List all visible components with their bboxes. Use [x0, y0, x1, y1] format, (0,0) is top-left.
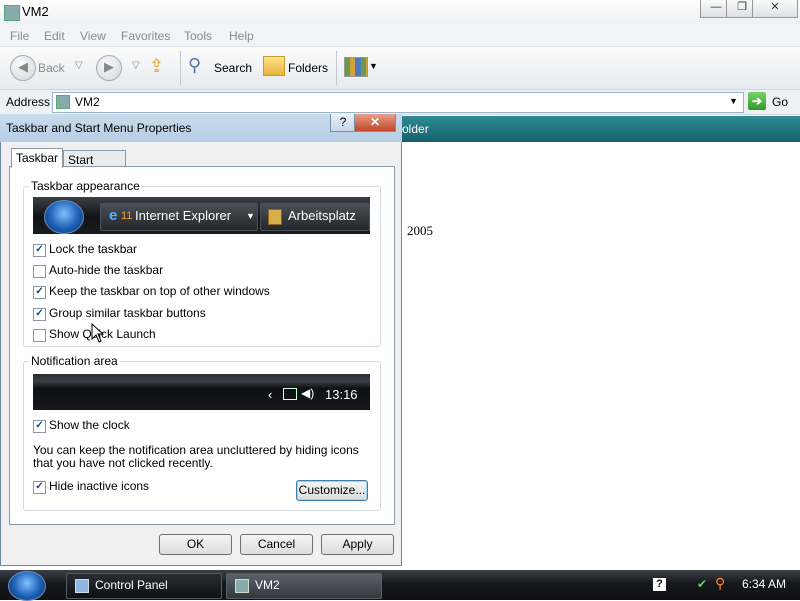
chevron-left-icon: ‹ [268, 387, 273, 402]
checkbox-label: Group similar taskbar buttons [49, 306, 206, 320]
toolbar-separator [336, 51, 337, 85]
address-value: VM2 [75, 95, 100, 109]
go-arrow-icon[interactable]: ➔ [748, 92, 766, 110]
computer-icon [4, 5, 20, 21]
control-panel-icon [75, 579, 89, 593]
dialog-title: Taskbar and Start Menu Properties [6, 121, 192, 135]
views-dropdown-icon[interactable]: ▼ [369, 61, 378, 71]
taskbar-item-label: VM2 [255, 578, 280, 592]
menu-tools[interactable]: Tools [184, 29, 212, 43]
cancel-button[interactable]: Cancel [240, 534, 313, 555]
dialog-help-button[interactable]: ? [330, 114, 356, 132]
notification-description: You can keep the notification area unclu… [33, 443, 359, 470]
tab-taskbar[interactable]: Taskbar [11, 148, 63, 168]
notification-preview [33, 374, 370, 410]
checkbox-checked[interactable]: ✓ [33, 481, 46, 494]
folders-icon[interactable] [263, 56, 285, 76]
content-header-text: older [402, 122, 429, 136]
computer-icon [56, 95, 70, 109]
preview-ie-button: e 11 Internet Explorer ▼ [100, 203, 258, 231]
address-input[interactable] [52, 92, 744, 113]
checkbox-checked[interactable]: ✓ [33, 308, 46, 321]
preview-arbeitsplatz-button: Arbeitsplatz [260, 203, 370, 231]
forward-dropdown-icon[interactable]: ▽ [132, 60, 140, 71]
window-title: VM2 [22, 4, 49, 19]
menu-view[interactable]: View [80, 29, 106, 43]
checkbox-checked[interactable]: ✓ [33, 420, 46, 433]
address-label: Address [6, 95, 51, 109]
close-button[interactable]: ✕ [752, 0, 798, 18]
menu-help[interactable]: Help [229, 29, 254, 43]
apply-button[interactable]: Apply [321, 534, 394, 555]
search-icon[interactable]: ⚲ [188, 55, 201, 76]
checkbox-unchecked[interactable] [33, 265, 46, 278]
menu-file[interactable]: File [10, 29, 29, 43]
preview-dropdown-icon: ▼ [246, 211, 255, 221]
back-arrow-icon[interactable]: ◀ [10, 55, 36, 81]
volume-icon: ◀) [301, 386, 315, 400]
computer-icon [235, 579, 249, 593]
start-button-icon[interactable] [8, 571, 46, 601]
up-folder-icon[interactable]: ⇪ [149, 56, 164, 77]
start-orb-preview-icon [44, 200, 84, 234]
content-text: 2005 [407, 223, 433, 238]
ok-button[interactable]: OK [159, 534, 232, 555]
taskbar-item-control-panel[interactable]: Control Panel [66, 573, 222, 599]
checkbox-label: Hide inactive icons [49, 479, 150, 493]
checkbox-checked[interactable]: ✓ [33, 244, 46, 257]
checkbox-checked[interactable]: ✓ [33, 286, 46, 299]
checkbox-label: Lock the taskbar [49, 242, 138, 256]
forward-arrow-icon[interactable]: ▶ [96, 55, 122, 81]
taskbar-item-label: Control Panel [95, 578, 168, 592]
preview-arbeitsplatz-label: Arbeitsplatz [288, 208, 356, 223]
tray-search-icon[interactable]: ⚲ [715, 575, 725, 592]
taskbar-item-vm2[interactable]: VM2 [226, 573, 382, 599]
group-label-notification: Notification area [29, 354, 120, 368]
back-button-label[interactable]: Back [38, 61, 65, 75]
tray-help-icon[interactable]: ? [653, 578, 666, 591]
folders-button[interactable]: Folders [288, 61, 328, 75]
search-button[interactable]: Search [214, 61, 252, 75]
toolbar-separator [180, 51, 181, 85]
menu-favorites[interactable]: Favorites [121, 29, 170, 43]
preview-ie-label: Internet Explorer [135, 208, 232, 223]
back-dropdown-icon[interactable]: ▽ [75, 60, 83, 71]
mouse-cursor-icon [91, 323, 105, 343]
content-header [402, 116, 800, 142]
menu-bar [0, 24, 800, 47]
customize-button[interactable]: Customize... [296, 480, 368, 501]
checkbox-unchecked[interactable] [33, 329, 46, 342]
checkbox-label: Auto-hide the taskbar [49, 263, 164, 277]
go-button[interactable]: Go [772, 95, 788, 109]
views-icon[interactable] [344, 57, 368, 77]
preview-clock: 13:16 [325, 387, 358, 402]
checkbox-label: Show the clock [49, 418, 130, 432]
group-label-appearance: Taskbar appearance [29, 179, 142, 193]
network-icon [283, 388, 297, 400]
preview-count: 11 [121, 210, 133, 222]
computer-icon [268, 209, 282, 225]
menu-edit[interactable]: Edit [44, 29, 65, 43]
tray-network-icon[interactable]: ✔ [697, 577, 707, 591]
window-titlebar [0, 0, 800, 24]
checkbox-label: Keep the taskbar on top of other windows [49, 284, 270, 298]
dialog-close-button[interactable]: ✕ [354, 114, 396, 132]
address-dropdown-icon[interactable]: ▼ [729, 96, 738, 106]
taskbar-clock[interactable]: 6:34 AM [742, 577, 786, 591]
ie-icon: e [109, 207, 118, 224]
